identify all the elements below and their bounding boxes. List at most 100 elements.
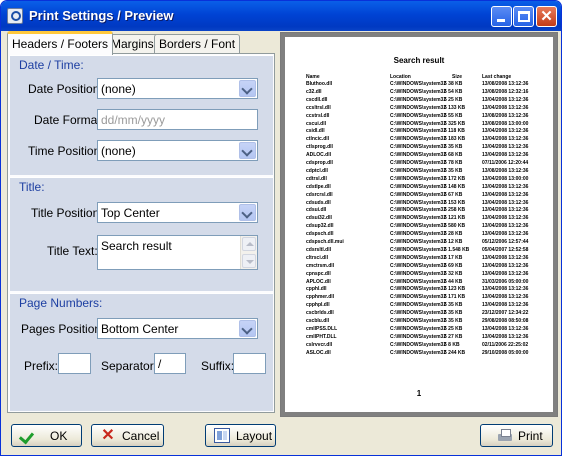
preview-row: ccstrsl.dll C:\WINDOWS\system32 5 55 KB 13/… xyxy=(285,113,553,121)
preview-cell: ASLOC.dll xyxy=(306,349,331,356)
preview-cell: 5 17 KB xyxy=(444,254,463,261)
preview-cell: C:\WINDOWS\system32 xyxy=(390,333,447,340)
time-position-select[interactable]: (none) xyxy=(97,140,258,161)
pages-position-select[interactable]: Bottom Center xyxy=(97,318,258,339)
preview-cell: C:\WINDOWS\system32 xyxy=(390,104,447,111)
preview-row: csidl.dll C:\WINDOWS\system32 5 118 KB 13/0… xyxy=(285,128,553,136)
preview-cell: APLOC.dll xyxy=(306,278,331,285)
cancel-button[interactable]: ✕ Cancel xyxy=(91,424,164,447)
preview-cell: C:\WINDOWS\system32 xyxy=(390,286,447,293)
preview-cell: cdsui32.dll xyxy=(306,215,332,222)
checkmark-icon xyxy=(20,428,36,443)
preview-cell: cdsup32.dll xyxy=(306,223,334,230)
date-time-heading: Date / Time: xyxy=(19,58,84,72)
preview-column-header: Location xyxy=(390,74,411,80)
preview-cell: 31/03/2006 05:00:00 xyxy=(482,278,529,285)
preview-cell: cdstlpe.dll xyxy=(306,183,331,190)
minimize-button[interactable] xyxy=(491,6,512,27)
preview-row: Bluthoo.dll C:\WINDOWS\system32 5 38 KB 13/… xyxy=(285,81,553,89)
preview-cell: 5 25 KB xyxy=(444,96,463,103)
preview-cell: 13/04/2008 13:00:00 xyxy=(482,175,529,182)
preview-cell: 13/04/2008 13:12:36 xyxy=(482,144,529,151)
date-format-input[interactable]: dd/mm/yyyy xyxy=(97,109,258,130)
scrollbar[interactable] xyxy=(240,236,257,269)
preview-cell: C:\WINDOWS\system32 xyxy=(390,349,447,356)
prefix-input[interactable] xyxy=(58,353,91,374)
preview-cell: ccsltrsl.dll xyxy=(306,104,331,111)
preview-cell: 29/08/2008 08:50:08 xyxy=(482,318,529,324)
tab-margins[interactable]: Margins xyxy=(106,34,159,54)
title-bar[interactable]: Print Settings / Preview ✕ xyxy=(1,1,561,31)
preview-column-header: Size xyxy=(452,74,463,80)
time-position-value: (none) xyxy=(101,144,136,158)
preview-cell: 5 244 KB xyxy=(444,349,466,356)
preview-cell: 5 67 KB xyxy=(444,191,463,198)
suffix-input[interactable] xyxy=(233,353,266,374)
preview-cell: ADLOC.dll xyxy=(306,152,331,159)
preview-cell: C:\WINDOWS\system32 xyxy=(390,341,447,348)
preview-row: cpphmer.dll C:\WINDOWS\system32 5 171 KB 13… xyxy=(285,294,553,302)
scroll-up-icon[interactable] xyxy=(242,237,256,251)
preview-cell: 29/10/2008 05:00:00 xyxy=(482,349,529,356)
preview-row: cscdll.dll C:\WINDOWS\system32 5 25 KB 13/0… xyxy=(285,97,553,105)
preview-cell: 13/08/2008 13:00:00 xyxy=(482,120,529,127)
chevron-down-icon[interactable] xyxy=(239,142,256,159)
preview-cell: 5 258 KB xyxy=(444,207,466,214)
print-button[interactable]: Print xyxy=(480,424,553,447)
preview-row: cmctrsm.dll C:\WINDOWS\system32 5 69 KB 13/… xyxy=(285,263,553,271)
layout-button[interactable]: Layout xyxy=(205,424,276,447)
preview-row: ccsltrsl.dll C:\WINDOWS\system32 5 133 KB 1… xyxy=(285,105,553,113)
preview-cell: 13/04/2008 13:12:36 xyxy=(482,223,529,230)
tab-borders-font[interactable]: Borders / Font xyxy=(154,34,241,54)
window-title: Print Settings / Preview xyxy=(29,8,174,23)
close-button[interactable]: ✕ xyxy=(536,6,557,27)
preview-page-number: 1 xyxy=(416,389,422,398)
tab-headers-footers[interactable]: Headers / Footers xyxy=(7,31,114,55)
maximize-button[interactable] xyxy=(513,6,534,27)
minimize-icon xyxy=(497,19,505,22)
preview-column-header: Last change xyxy=(482,74,512,80)
title-text-input[interactable]: Search result xyxy=(97,235,258,270)
preview-row: c32.dll C:\WINDOWS\system32 5 54 KB 13/08/2… xyxy=(285,89,553,97)
preview-cell: 5 325 KB xyxy=(444,120,466,127)
preview-cell: 5 68 KB xyxy=(444,152,463,159)
preview-cell: cpnspc.dll xyxy=(306,270,331,277)
print-preview-pane[interactable]: Search result Name Location Size Last ch… xyxy=(280,32,558,417)
preview-cell: 5 38 KB xyxy=(444,81,463,87)
preview-cell: C:\WINDOWS\system32 xyxy=(390,175,447,182)
ok-button[interactable]: OK xyxy=(11,424,82,447)
date-position-select[interactable]: (none) xyxy=(97,78,258,99)
preview-row: ctlncic.dll C:\WINDOWS\system32 5 183 KB 13… xyxy=(285,136,553,144)
preview-row: APLOC.dll C:\WINDOWS\system32 5 44 KB 31/03… xyxy=(285,279,553,287)
page-numbers-group: Page Numbers: xyxy=(10,293,273,411)
title-position-select[interactable]: Top Center xyxy=(97,202,258,223)
chevron-down-icon[interactable] xyxy=(239,204,256,221)
preview-cell: C:\WINDOWS\system32 xyxy=(390,223,447,230)
preview-cell: C:\WINDOWS\system32 xyxy=(390,167,447,174)
preview-cell: 13/04/2008 13:12:36 xyxy=(482,333,529,340)
preview-cell: cscblu.dll xyxy=(306,318,330,324)
layout-label: Layout xyxy=(236,429,273,443)
preview-row: cpphl.dll C:\WINDOWS\system32 5 123 KB 13/0… xyxy=(285,286,553,294)
preview-row: cdsrcrsl.dll C:\WINDOWS\system32 5 67 KB 13… xyxy=(285,192,553,200)
preview-cell: ctlncic.dll xyxy=(306,136,330,143)
title-position-value: Top Center xyxy=(101,206,160,220)
preview-cell: 13/04/2008 13:12:36 xyxy=(482,199,529,206)
chevron-down-icon[interactable] xyxy=(239,80,256,97)
preview-cell: C:\WINDOWS\system32 xyxy=(390,191,447,198)
preview-row: cpphpl.dll C:\WINDOWS\system32 5 35 KB 13/0… xyxy=(285,302,553,310)
separator-input[interactable]: / xyxy=(154,353,186,374)
preview-title: Search result xyxy=(393,56,445,65)
preview-cell: 07/11/2006 12:20:44 xyxy=(482,160,529,166)
preview-cell: 13/04/2008 13:12:36 xyxy=(482,262,529,269)
separator-label: Separator: xyxy=(101,359,158,373)
preview-cell: 5 171 KB xyxy=(444,294,466,301)
preview-cell: 05/04/2007 12:52:58 xyxy=(482,246,529,253)
preview-cell: 05/12/2006 12:57:44 xyxy=(482,239,529,245)
ok-label: OK xyxy=(50,429,68,443)
preview-cell: 13/04/2008 13:12:36 xyxy=(482,152,529,159)
preview-row: cmllPHT.DLL C:\WINDOWS\system32 5 27 KB 13/… xyxy=(285,334,553,342)
chevron-down-icon[interactable] xyxy=(239,320,256,337)
scroll-down-icon[interactable] xyxy=(242,254,256,268)
title-heading: Title: xyxy=(19,180,45,194)
